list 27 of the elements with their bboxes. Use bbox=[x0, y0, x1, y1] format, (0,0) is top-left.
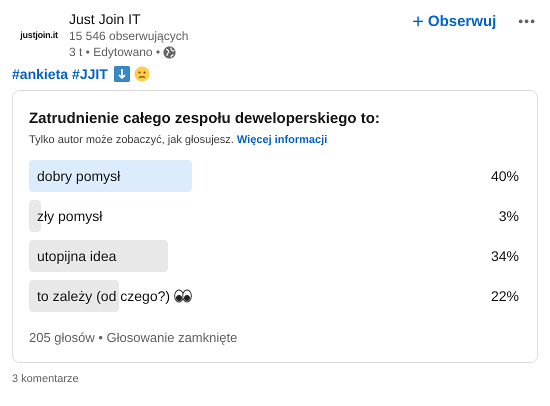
globe-icon bbox=[163, 46, 176, 58]
follow-button[interactable]: + Obserwuj bbox=[412, 11, 496, 34]
poll-option[interactable]: dobry pomysł 40% bbox=[29, 160, 521, 192]
poll-option[interactable]: to zależy (od czego?) 22% bbox=[29, 280, 521, 312]
more-button[interactable]: ••• bbox=[518, 11, 536, 32]
post-meta: 3 t • Edytowano • bbox=[69, 44, 160, 60]
option-label: zły pomysł bbox=[36, 206, 102, 226]
option-label: utopijna idea bbox=[36, 246, 116, 266]
hashtag-link[interactable]: #JJIT bbox=[72, 64, 108, 84]
hashtag-link[interactable]: #ankieta bbox=[12, 64, 68, 84]
option-percent: 34% bbox=[490, 246, 520, 266]
poll-option[interactable]: zły pomysł 3% bbox=[29, 200, 521, 232]
poll-summary: 205 głosów • Głosowanie zamknięte bbox=[29, 329, 238, 347]
comment-count[interactable]: 3 komentarze bbox=[0, 370, 550, 387]
follower-count: 15 546 obserwujących bbox=[69, 28, 188, 44]
poll-question: Zatrudnienie całego zespołu deweloperskiego to: bbox=[29, 109, 381, 129]
company-logo[interactable]: justjoin.it bbox=[20, 29, 58, 43]
poll-option[interactable]: utopijna idea 34% bbox=[29, 240, 521, 272]
confused-face-icon bbox=[134, 66, 150, 82]
option-percent: 40% bbox=[490, 166, 520, 186]
company-name[interactable]: Just Join IT bbox=[69, 10, 188, 28]
option-label: dobry pomysł bbox=[36, 166, 120, 186]
option-percent: 22% bbox=[490, 286, 520, 306]
option-label: to zależy (od czego?) bbox=[36, 286, 170, 306]
poll-note: Tylko autor może zobaczyć, jak głosujesz. bbox=[29, 134, 234, 146]
more-info-link[interactable]: Więcej informacji bbox=[236, 134, 328, 146]
option-percent: 3% bbox=[498, 206, 520, 226]
